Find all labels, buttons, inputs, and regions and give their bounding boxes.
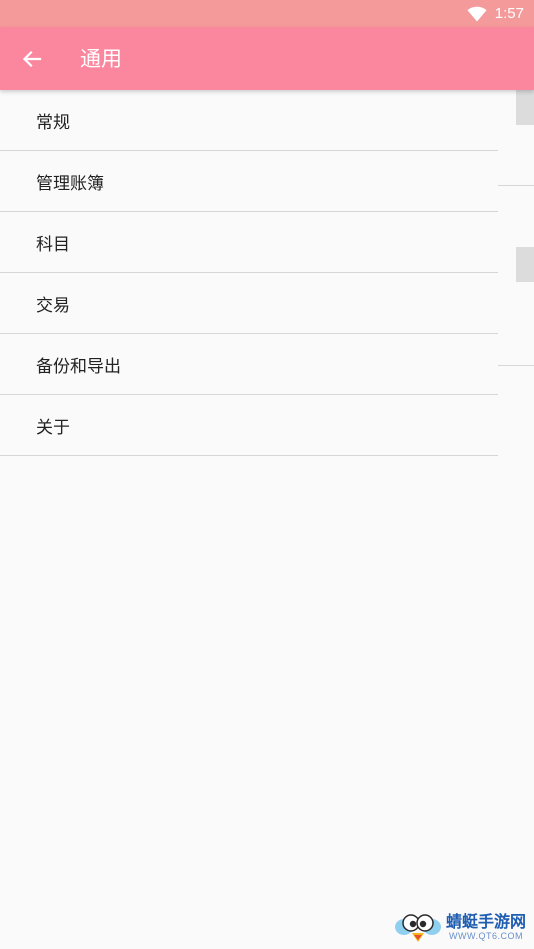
dragonfly-logo-icon (394, 914, 441, 942)
watermark-url: WWW.QT6.COM (448, 930, 523, 941)
settings-item-label: 科目 (36, 234, 70, 255)
settings-item-about[interactable]: 关于 (0, 395, 498, 456)
status-indicators: 1:57 (467, 3, 524, 24)
watermark-name: 蜻蜓手游网 (445, 911, 526, 931)
page-title: 通用 (80, 47, 122, 71)
settings-list: 常规 管理账簿 科目 交易 备份和导出 关于 (0, 90, 498, 456)
settings-screen: 1:57 通用 常规 管理账簿 科目 交易 备份和导出 关于 蜻蜓手游网 WWW… (0, 0, 534, 949)
status-time: 1:57 (494, 5, 524, 22)
settings-item-manage-books[interactable]: 管理账簿 (0, 151, 498, 212)
divider (498, 185, 534, 186)
settings-item-label: 备份和导出 (36, 356, 121, 377)
status-bar: 1:57 (0, 0, 534, 27)
settings-item-label: 管理账簿 (36, 173, 104, 194)
wifi-icon (467, 6, 487, 21)
app-bar: 通用 (0, 27, 534, 90)
settings-item-transactions[interactable]: 交易 (0, 273, 498, 334)
background-pane (498, 90, 534, 380)
watermark: 蜻蜓手游网 WWW.QT6.COM (394, 909, 526, 945)
settings-item-accounts[interactable]: 科目 (0, 212, 498, 273)
divider (498, 365, 534, 366)
arrow-left-icon (22, 50, 42, 68)
background-pane-tab (516, 247, 534, 282)
watermark-text: 蜻蜓手游网 WWW.QT6.COM (445, 911, 526, 942)
settings-item-general[interactable]: 常规 (0, 90, 498, 151)
back-button[interactable] (14, 41, 50, 77)
settings-item-label: 关于 (36, 417, 70, 438)
background-pane-tab (516, 90, 534, 125)
settings-item-backup-export[interactable]: 备份和导出 (0, 334, 498, 395)
settings-item-label: 交易 (36, 295, 70, 316)
settings-item-label: 常规 (36, 112, 70, 133)
